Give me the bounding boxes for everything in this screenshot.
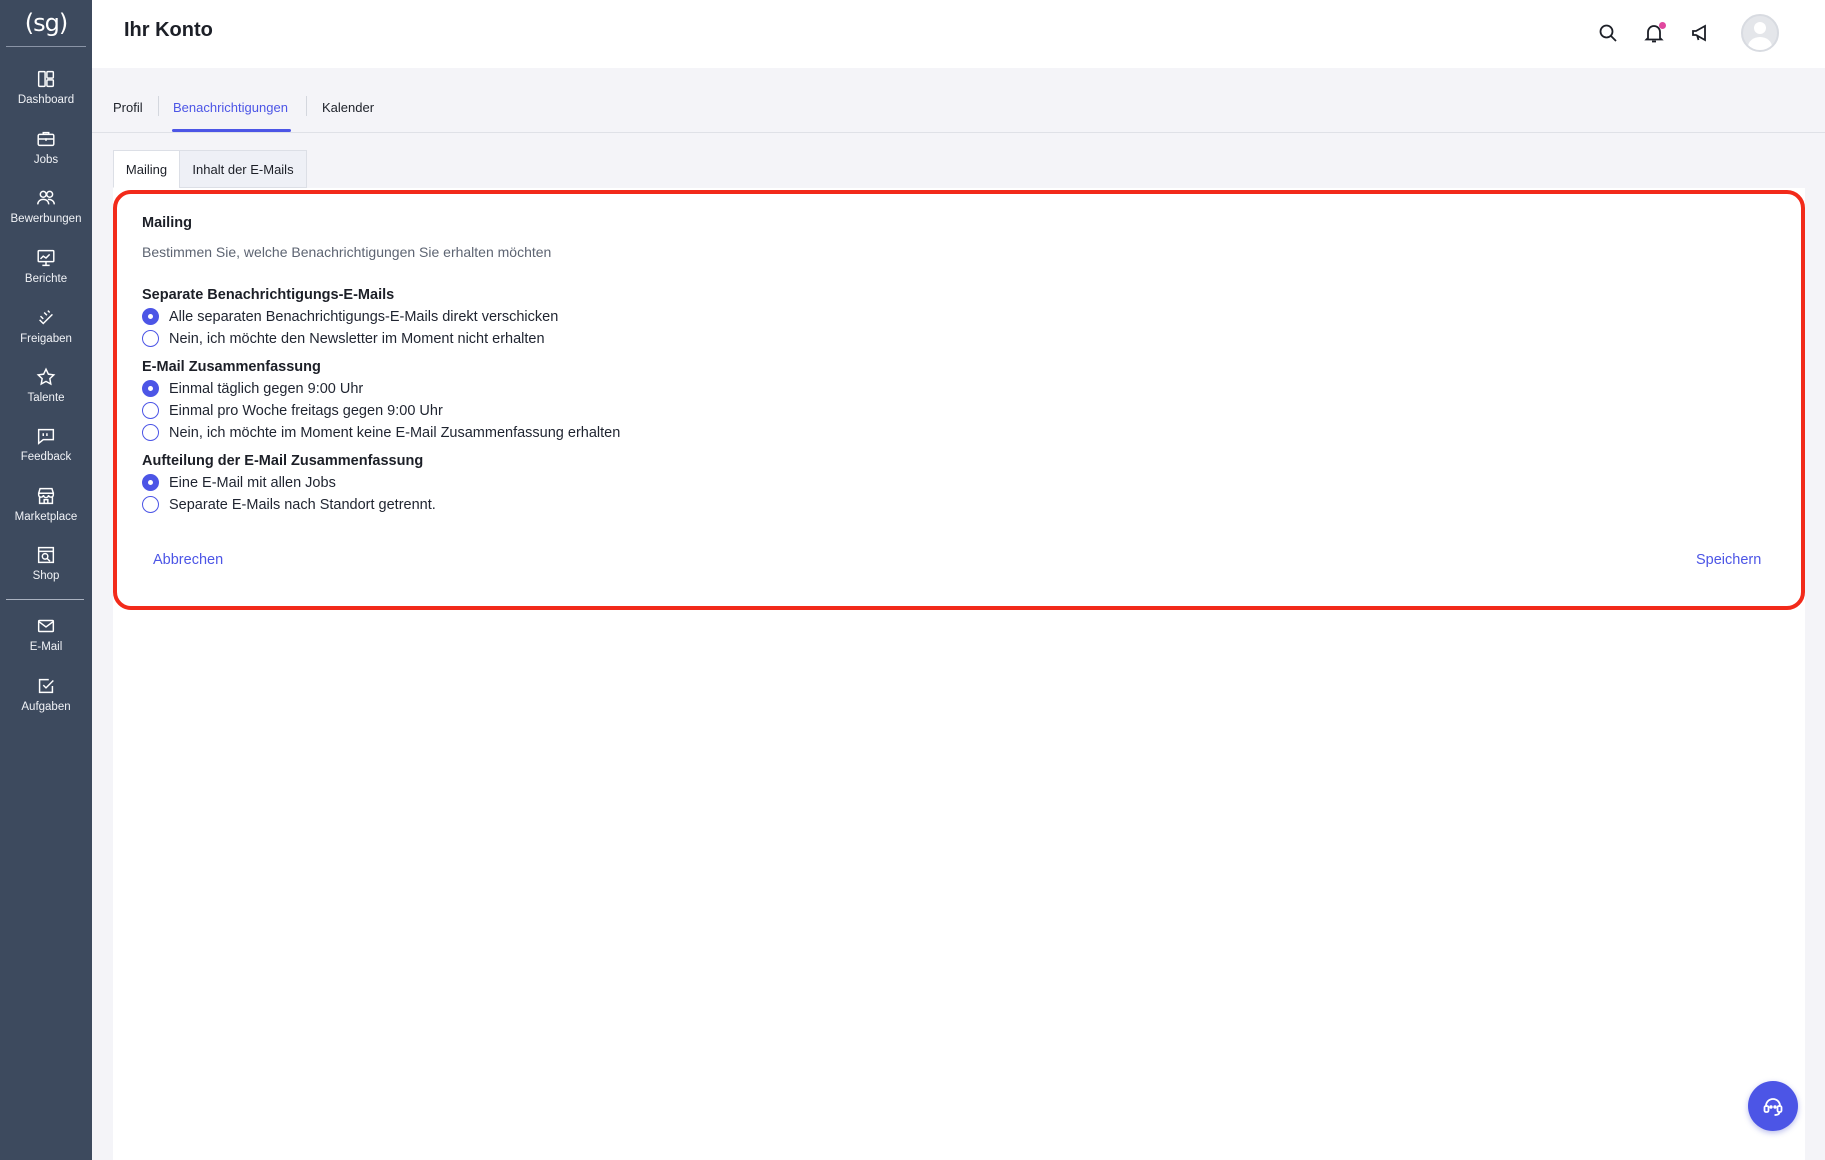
sidebar-item-label: Bewerbungen (10, 213, 82, 225)
radio-label: Alle separaten Benachrichtigungs-E-Mails… (169, 308, 559, 325)
radio-option[interactable]: Separate E-Mails nach Standort getrennt. (142, 496, 436, 513)
sidebar-item-label: Feedback (20, 451, 72, 463)
radio-label: Eine E-Mail mit allen Jobs (169, 474, 336, 491)
sidebar-item-dashboard[interactable]: Dashboard (0, 68, 92, 106)
sidebar-divider (6, 599, 84, 600)
radio-option[interactable]: Einmal pro Woche freitags gegen 9:00 Uhr (142, 402, 443, 419)
mail-icon (37, 619, 55, 633)
shop-search-icon (37, 546, 55, 564)
sidebar-item-label: Freigaben (20, 333, 72, 345)
sidebar-item-talente[interactable]: Talente (0, 366, 92, 404)
sidebar-item-feedback[interactable]: Feedback (0, 425, 92, 463)
megaphone-icon[interactable] (1689, 21, 1713, 45)
account-tabs: Profil Benachrichtigungen Kalender (92, 68, 1825, 133)
radio-label: Nein, ich möchte den Newsletter im Momen… (169, 330, 545, 347)
radio-button-selected[interactable] (142, 308, 159, 325)
sidebar-item-berichte[interactable]: Berichte (0, 247, 92, 285)
group-title-summary: E-Mail Zusammenfassung (142, 359, 321, 375)
page-title: Ihr Konto (124, 19, 213, 41)
quote-bubble-icon (37, 428, 55, 445)
sidebar-item-label: E-Mail (29, 641, 63, 653)
store-icon (37, 487, 55, 505)
radio-label: Einmal täglich gegen 9:00 Uhr (169, 380, 364, 397)
checkbox-icon (38, 678, 54, 694)
sidebar-item-marketplace[interactable]: Marketplace (0, 485, 92, 523)
radio-label: Einmal pro Woche freitags gegen 9:00 Uhr (169, 402, 443, 419)
tab-separator (306, 96, 307, 116)
tab-benachrichtigungen[interactable]: Benachrichtigungen (173, 100, 288, 115)
tab-separator (158, 96, 159, 116)
sidebar-item-label: Aufgaben (21, 701, 71, 713)
briefcase-icon (37, 131, 55, 147)
radio-button[interactable] (142, 424, 159, 441)
radio-label: Separate E-Mails nach Standort getrennt. (169, 496, 436, 513)
chart-board-icon (37, 249, 55, 267)
group-title-split: Aufteilung der E-Mail Zusammenfassung (142, 453, 424, 469)
group-title-separate-emails: Separate Benachrichtigungs-E-Mails (142, 287, 395, 303)
sidebar-item-label: Jobs (33, 154, 59, 166)
card-title: Mailing (142, 215, 192, 231)
approval-hand-icon (39, 310, 53, 325)
help-button[interactable] (1748, 1081, 1798, 1131)
sidebar-item-label: Shop (32, 570, 60, 582)
dashboard-icon (37, 70, 55, 88)
top-header: Ihr Konto (92, 0, 1825, 68)
sidebar-item-label: Talente (27, 392, 65, 404)
radio-option[interactable]: Nein, ich möchte im Moment keine E-Mail … (142, 424, 620, 441)
avatar[interactable] (1741, 14, 1779, 52)
support-headset-icon (1763, 1098, 1783, 1116)
radio-option[interactable]: Alle separaten Benachrichtigungs-E-Mails… (142, 308, 558, 325)
card-description: Bestimmen Sie, welche Benachrichtigungen… (142, 244, 552, 260)
radio-button-selected[interactable] (142, 380, 159, 397)
star-icon (36, 367, 56, 386)
save-button[interactable]: Speichern (1696, 552, 1761, 568)
notification-badge (1659, 22, 1666, 29)
radio-option[interactable]: Nein, ich möchte den Newsletter im Momen… (142, 330, 545, 347)
cancel-button[interactable]: Abbrechen (153, 552, 223, 568)
sidebar: (sg) Dashboard Jobs Bewerbungen Berichte… (0, 0, 92, 1160)
sidebar-item-freigaben[interactable]: Freigaben (0, 307, 92, 345)
sidebar-item-email[interactable]: E-Mail (0, 615, 92, 653)
radio-option[interactable]: Einmal täglich gegen 9:00 Uhr (142, 380, 363, 397)
tab-kalender[interactable]: Kalender (322, 100, 374, 115)
subtab-mailing[interactable]: Mailing (113, 150, 180, 188)
search-icon[interactable] (1596, 21, 1620, 45)
sidebar-item-shop[interactable]: Shop (0, 544, 92, 582)
subtab-inhalt-der-emails[interactable]: Inhalt der E-Mails (179, 150, 307, 188)
sidebar-item-label: Marketplace (14, 511, 78, 523)
app-logo[interactable]: (sg) (6, 0, 86, 47)
sidebar-item-label: Dashboard (17, 94, 75, 106)
sidebar-item-aufgaben[interactable]: Aufgaben (0, 675, 92, 713)
sidebar-item-label: Berichte (24, 273, 68, 285)
radio-button[interactable] (142, 402, 159, 419)
active-tab-indicator (172, 129, 291, 132)
radio-option[interactable]: Eine E-Mail mit allen Jobs (142, 474, 336, 491)
radio-button[interactable] (142, 330, 159, 347)
users-icon (37, 190, 55, 205)
radio-button-selected[interactable] (142, 474, 159, 491)
tab-profil[interactable]: Profil (113, 100, 143, 115)
radio-label: Nein, ich möchte im Moment keine E-Mail … (169, 424, 621, 441)
radio-button[interactable] (142, 496, 159, 513)
sidebar-item-jobs[interactable]: Jobs (0, 128, 92, 166)
sidebar-item-bewerbungen[interactable]: Bewerbungen (0, 187, 92, 225)
